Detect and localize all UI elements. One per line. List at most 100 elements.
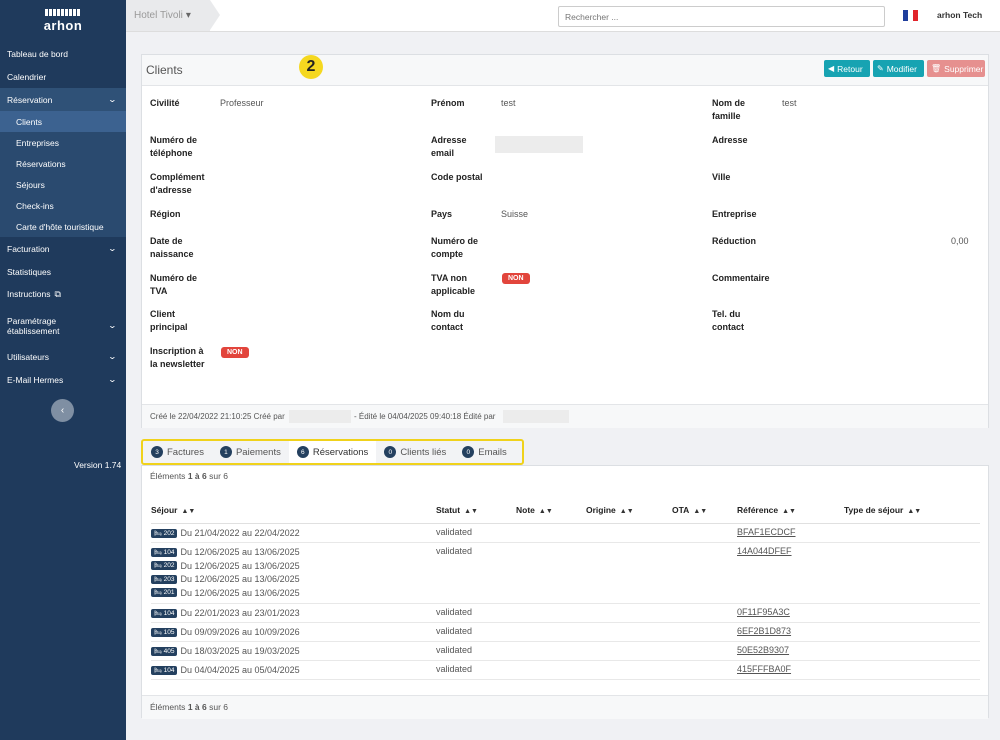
stay-dates: Du 12/06/2025 au 13/06/2025: [180, 587, 300, 598]
sidebar-item-sejours[interactable]: Séjours: [0, 174, 126, 195]
column-reference[interactable]: Référence ▲▼: [737, 498, 844, 524]
column-ota[interactable]: OTA ▲▼: [672, 498, 737, 524]
arhon-logo[interactable]: arhon: [0, 0, 126, 42]
table-row[interactable]: 🛏 104 Du 22/01/2023 au 23/01/2023 validated…: [151, 603, 980, 623]
room-number: 405: [163, 647, 175, 655]
tab-emails[interactable]: 0 Emails: [454, 441, 515, 463]
tab-paiements[interactable]: 1 Paiements: [212, 441, 289, 463]
sidebar-item-email-hermes[interactable]: E-Mail Hermes ⌄: [0, 368, 126, 391]
chevron-left-icon: ‹: [60, 405, 65, 416]
sidebar-item-calendrier[interactable]: Calendrier: [0, 65, 126, 88]
label-pays: Pays: [431, 209, 453, 219]
cell-reference: 14A044DFEF: [737, 542, 844, 604]
cell-statut: validated: [436, 641, 516, 661]
elements-count-bottom: Éléments 1 à 6 sur 6: [150, 702, 228, 712]
stay-entry: 🛏 104 Du 22/01/2023 au 23/01/2023: [151, 607, 436, 621]
masked-creator: [289, 410, 351, 423]
reference-link[interactable]: 6EF2B1D873: [737, 626, 791, 636]
sidebar-item-check-ins[interactable]: Check-ins: [0, 195, 126, 216]
elements-prefix: Éléments: [150, 702, 186, 712]
reference-link[interactable]: BFAF1ECDCF: [737, 527, 796, 537]
sidebar-item-instructions[interactable]: Instructions ⧉: [0, 283, 126, 306]
topbar: Hotel Tivoli▾ arhon Tech: [126, 0, 1000, 32]
table-row[interactable]: 🛏 104 Du 04/04/2025 au 05/04/2025 validated…: [151, 660, 980, 680]
label-tva-num: Numéro de TVA: [150, 273, 198, 296]
cell-origine: [586, 523, 672, 543]
bed-icon: 🛏: [154, 667, 162, 674]
value-civilite: Professeur: [220, 98, 264, 108]
room-badge: 🛏 203: [151, 574, 178, 584]
edit-button[interactable]: ✎ Modifier: [873, 60, 924, 77]
app-version: Version 1.74: [74, 460, 122, 470]
sidebar-item-entreprises[interactable]: Entreprises: [0, 132, 126, 153]
card-header: Clients 2 ◀ Retour ✎ Modifier 🗑 Supprimer: [142, 55, 988, 86]
sort-icon: ▲▼: [538, 508, 553, 516]
user-menu[interactable]: arhon Tech: [937, 10, 982, 20]
tab-factures[interactable]: 3 Factures: [143, 441, 212, 463]
sidebar-item-facturation[interactable]: Facturation ⌄: [0, 237, 126, 260]
sidebar-item-tableau-de-bord[interactable]: Tableau de bord: [0, 42, 126, 65]
cell-ota: [672, 660, 737, 680]
label-complement: Complément d'adresse: [150, 172, 205, 195]
column-sejour[interactable]: Séjour ▲▼: [151, 498, 436, 524]
label-contact: Nom du contact: [431, 309, 465, 332]
tab-reservations[interactable]: 6 Réservations: [288, 441, 377, 463]
reservations-card: Éléments 1 à 6 sur 6 Séjour ▲▼ Statut ▲▼ N…: [141, 465, 989, 719]
cell-statut: validated: [436, 542, 516, 604]
reference-link[interactable]: 14A044DFEF: [737, 546, 792, 556]
cell-reference: 50E52B9307: [737, 641, 844, 661]
breadcrumb-arrow: [210, 0, 220, 30]
table-row[interactable]: 🛏 104 Du 12/06/2025 au 13/06/2025 🛏 202 Du 12…: [151, 542, 980, 604]
french-flag-icon[interactable]: [903, 10, 918, 21]
sidebar-item-clients[interactable]: Clients: [0, 111, 126, 132]
sidebar-item-carte-hote[interactable]: Carte d'hôte touristique: [0, 216, 126, 237]
back-button-label: Retour: [837, 63, 863, 74]
sidebar-item-utilisateurs[interactable]: Utilisateurs ⌄: [0, 345, 126, 368]
tab-count-badge: 0: [462, 446, 475, 458]
sidebar-item-parametrage[interactable]: Paramétrage établissement ⌄: [0, 314, 126, 337]
chevron-down-icon: ⌄: [107, 375, 118, 384]
label-tva-na: TVA non applicable: [431, 273, 476, 296]
label-telephone: Numéro de téléphone: [150, 135, 198, 158]
reference-link[interactable]: 0F11F95A3C: [737, 607, 790, 617]
sidebar-item-statistiques[interactable]: Statistiques: [0, 260, 126, 283]
table-row[interactable]: 🛏 405 Du 18/03/2025 au 19/03/2025 validated…: [151, 641, 980, 661]
tab-clients-lies[interactable]: 0 Clients liés: [376, 441, 454, 463]
table-row[interactable]: 🛏 202 Du 21/04/2022 au 22/04/2022 validated…: [151, 523, 980, 543]
search-input[interactable]: [558, 6, 885, 27]
tab-count-badge: 1: [219, 446, 232, 458]
column-type-sejour[interactable]: Type de séjour ▲▼: [844, 498, 980, 524]
value-reduction: 0,00: [951, 236, 969, 246]
room-number: 201: [163, 589, 175, 597]
tab-label: Paiements: [235, 446, 281, 458]
reservations-body: 🛏 202 Du 21/04/2022 au 22/04/2022 validated…: [151, 523, 980, 680]
sidebar-item-label: Paramétrage établissement: [7, 315, 60, 336]
cell-ota: [672, 641, 737, 661]
label-client-principal: Client principal: [150, 309, 188, 332]
audit-info: Créé le 22/04/2022 21:10:25 Créé par - É…: [142, 404, 988, 428]
client-detail-card: Clients 2 ◀ Retour ✎ Modifier 🗑 Supprimer C…: [141, 54, 989, 428]
label-nom: Nom de famille: [712, 98, 746, 121]
column-origine[interactable]: Origine ▲▼: [586, 498, 672, 524]
collapse-sidebar-button[interactable]: ‹: [51, 399, 74, 422]
label-entreprise: Entreprise: [712, 209, 757, 219]
cell-reference: BFAF1ECDCF: [737, 523, 844, 543]
reference-link[interactable]: 50E52B9307: [737, 645, 789, 655]
table-row[interactable]: 🛏 105 Du 09/09/2026 au 10/09/2026 validated…: [151, 622, 980, 642]
column-statut[interactable]: Statut ▲▼: [436, 498, 516, 524]
caret-down-icon: ▾: [185, 10, 191, 21]
reference-link[interactable]: 415FFFBA0F: [737, 664, 791, 674]
sidebar-item-label: Utilisateurs: [7, 351, 50, 362]
sidebar-item-reservation[interactable]: Réservation ⌄: [0, 88, 126, 111]
cell-ota: [672, 523, 737, 543]
label-tel-contact: Tel. du contact: [712, 309, 745, 332]
column-note[interactable]: Note ▲▼: [516, 498, 586, 524]
back-button[interactable]: ◀ Retour: [824, 60, 870, 77]
tab-count-badge: 0: [384, 446, 397, 458]
cell-ota: [672, 622, 737, 642]
sidebar-item-reservations[interactable]: Réservations: [0, 153, 126, 174]
hotel-selector[interactable]: Hotel Tivoli ▾: [126, 0, 210, 31]
cell-note: [516, 603, 586, 623]
sidebar: arhon Tableau de bord Calendrier Réserva…: [0, 0, 126, 740]
delete-button[interactable]: 🗑 Supprimer: [927, 60, 985, 77]
